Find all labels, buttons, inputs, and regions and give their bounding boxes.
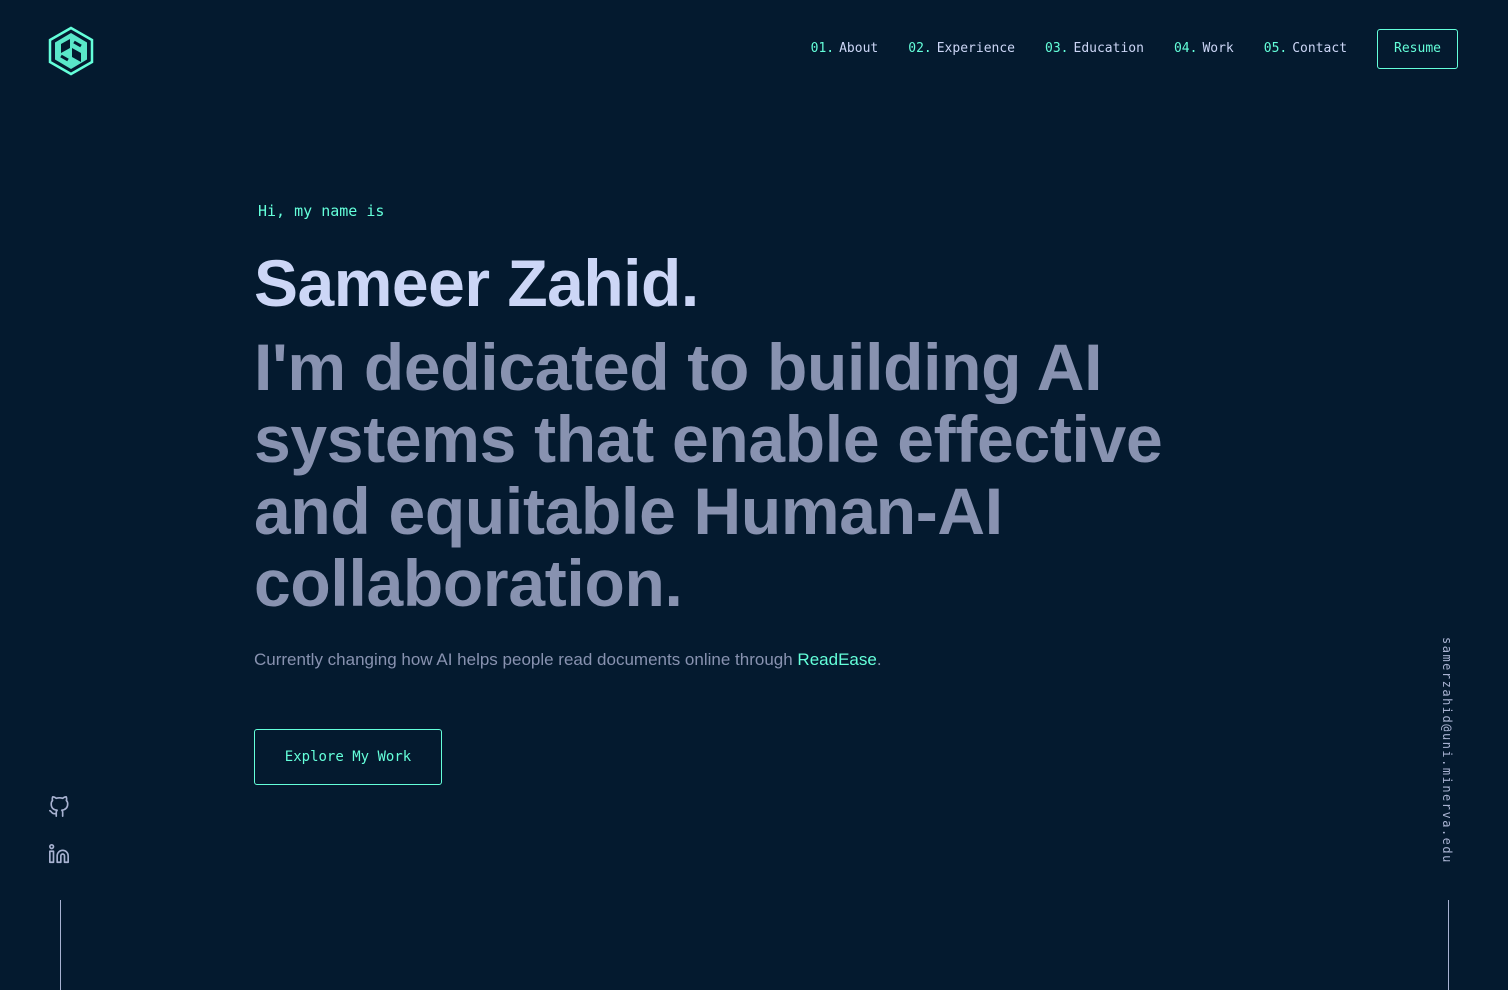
linkedin-link[interactable] bbox=[48, 843, 70, 865]
nav-item-work[interactable]: 04. Work bbox=[1174, 41, 1234, 56]
logo[interactable] bbox=[48, 26, 94, 76]
hero-name: Sameer Zahid. bbox=[254, 246, 699, 320]
github-icon bbox=[49, 796, 69, 817]
email-link[interactable]: samerzahid@uni.minerva.edu bbox=[1440, 637, 1454, 864]
nav-item-about[interactable]: 01. About bbox=[811, 41, 879, 56]
hero-tagline: I'm dedicated to building AI systems tha… bbox=[254, 330, 1163, 620]
current-prefix: Currently changing how AI helps people r… bbox=[254, 650, 798, 669]
current-suffix: . bbox=[876, 650, 882, 669]
nav-item-contact[interactable]: 05. Contact bbox=[1264, 41, 1347, 56]
linkedin-icon bbox=[49, 844, 69, 864]
greeting: Hi, my name is bbox=[258, 202, 385, 220]
explore-work-button[interactable]: Explore My Work bbox=[254, 729, 442, 785]
nav-label: Work bbox=[1202, 40, 1234, 56]
current-work-text: Currently changing how AI helps people r… bbox=[254, 650, 882, 670]
nav-item-experience[interactable]: 02. Experience bbox=[908, 41, 1015, 56]
right-divider-line bbox=[1448, 900, 1449, 990]
nav-number: 02. bbox=[908, 40, 932, 56]
nav-number: 01. bbox=[810, 40, 835, 56]
nav-item-education[interactable]: 03. Education bbox=[1045, 41, 1144, 56]
nav-label: Experience bbox=[936, 40, 1016, 56]
nav-number: 05. bbox=[1263, 40, 1288, 56]
readease-link[interactable]: ReadEase bbox=[797, 650, 876, 669]
nav-label: Contact bbox=[1292, 40, 1348, 56]
resume-button[interactable]: Resume bbox=[1377, 29, 1458, 69]
nav-number: 03. bbox=[1045, 40, 1069, 56]
nav-label: Education bbox=[1073, 40, 1144, 56]
nav-label: About bbox=[839, 40, 879, 56]
left-divider-line bbox=[60, 900, 61, 990]
main-nav: 01. About 02. Experience 03. Education 0… bbox=[781, 0, 1458, 96]
nav-number: 04. bbox=[1173, 40, 1198, 56]
github-link[interactable] bbox=[48, 796, 70, 818]
hexagon-sz-logo-icon bbox=[48, 26, 94, 76]
social-links bbox=[48, 796, 72, 890]
